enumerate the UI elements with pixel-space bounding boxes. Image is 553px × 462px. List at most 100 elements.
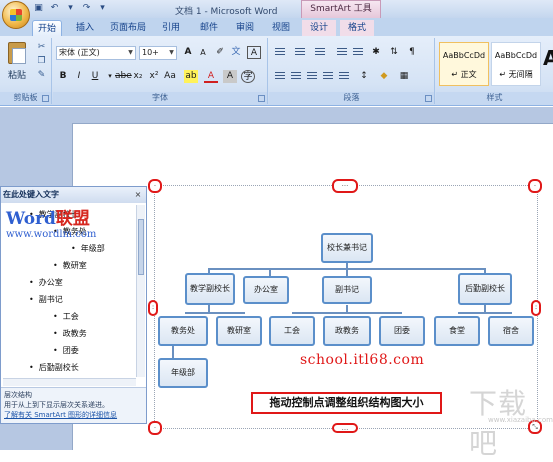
format-painter-icon[interactable]: ✎ bbox=[36, 70, 47, 81]
paper-icon bbox=[12, 48, 26, 64]
subscript-button[interactable]: x₂ bbox=[131, 70, 145, 83]
font-size-combo[interactable]: 10+ ▼ bbox=[139, 46, 177, 60]
justify-button[interactable] bbox=[321, 70, 335, 82]
org-node-level3[interactable]: 团委 bbox=[379, 316, 425, 346]
underline-button[interactable]: U bbox=[88, 70, 102, 83]
cut-icon[interactable]: ✂ bbox=[36, 42, 47, 53]
char-border-button[interactable]: A bbox=[247, 46, 261, 59]
org-node-level3[interactable]: 教研室 bbox=[216, 316, 262, 346]
sort-button[interactable]: ⇅ bbox=[387, 46, 401, 59]
list-item[interactable]: 副书记 bbox=[29, 294, 63, 305]
italic-button[interactable]: I bbox=[72, 70, 86, 83]
align-right-button[interactable] bbox=[305, 70, 319, 82]
text-pane-title: 在此处键入文字 bbox=[1, 187, 146, 203]
undo-icon[interactable]: ↶ bbox=[49, 3, 60, 14]
paragraph-launcher[interactable] bbox=[425, 95, 432, 102]
chinese-layout-button[interactable]: ✱ bbox=[369, 46, 383, 59]
copy-icon[interactable]: ❐ bbox=[36, 56, 47, 67]
line-spacing-button[interactable]: ↕ bbox=[357, 70, 371, 83]
list-item[interactable]: 年级部 bbox=[71, 243, 105, 254]
superscript-button[interactable]: x² bbox=[147, 70, 161, 83]
enclose-char-button[interactable]: 字 bbox=[241, 70, 255, 83]
align-center-button[interactable] bbox=[289, 70, 303, 82]
list-item[interactable]: 后勤副校长 bbox=[29, 362, 79, 373]
decrease-indent-button[interactable] bbox=[335, 46, 349, 58]
resize-handle-top-left[interactable]: · bbox=[148, 179, 162, 193]
org-node-root[interactable]: 校长兼书记 bbox=[321, 233, 373, 263]
quick-access-toolbar: ▣ ↶ ▾ ↷ ▾ bbox=[33, 3, 108, 14]
org-node-level3[interactable]: 教务处 bbox=[158, 316, 208, 346]
font-color-button[interactable]: A bbox=[204, 70, 218, 83]
save-icon[interactable]: ▣ bbox=[33, 3, 44, 14]
tab-home[interactable]: 开始 bbox=[32, 20, 62, 36]
customize-qat-icon[interactable]: ▾ bbox=[97, 3, 108, 14]
list-item[interactable]: 工会 bbox=[53, 311, 79, 322]
clipboard-launcher[interactable] bbox=[42, 95, 49, 102]
multilevel-list-button[interactable] bbox=[313, 46, 327, 58]
paste-button[interactable] bbox=[6, 40, 28, 66]
strikethrough-button[interactable]: abe bbox=[115, 70, 132, 83]
footer-link[interactable]: 了解有关 SmartArt 图形的详细信息 bbox=[4, 410, 143, 420]
distributed-button[interactable] bbox=[337, 70, 351, 82]
increase-indent-button[interactable] bbox=[351, 46, 365, 58]
change-case-button[interactable]: Aa bbox=[163, 70, 177, 83]
char-shading-button[interactable]: A bbox=[223, 70, 237, 83]
list-item[interactable]: 政教务 bbox=[53, 328, 87, 339]
tab-review[interactable]: 审阅 bbox=[230, 20, 260, 36]
style-preview: AaBbCcDd bbox=[442, 51, 486, 60]
shading-button[interactable]: ◆ bbox=[377, 70, 391, 83]
resize-handle-top-right[interactable]: · bbox=[528, 179, 542, 193]
org-node-level2[interactable]: 副书记 bbox=[322, 276, 372, 304]
org-node-level2[interactable]: 办公室 bbox=[243, 276, 289, 304]
list-item[interactable]: 办公室 bbox=[29, 277, 63, 288]
shrink-font-button[interactable]: A bbox=[196, 46, 210, 59]
text-pane-hscrollbar[interactable] bbox=[3, 378, 136, 386]
close-icon[interactable]: × bbox=[133, 190, 143, 200]
clear-format-button[interactable]: ✐ bbox=[213, 46, 227, 59]
tab-page-layout[interactable]: 页面布局 bbox=[106, 20, 150, 36]
style-normal[interactable]: AaBbCcDd ↵ 正文 bbox=[439, 42, 489, 86]
tab-references[interactable]: 引用 bbox=[156, 20, 186, 36]
tab-view[interactable]: 视图 bbox=[266, 20, 296, 36]
brand-logo: Word联盟 bbox=[6, 204, 90, 229]
org-node-level2[interactable]: 教学副校长 bbox=[185, 273, 235, 305]
resize-handle-right[interactable]: : bbox=[531, 300, 541, 316]
show-marks-button[interactable]: ¶ bbox=[405, 46, 419, 59]
office-button[interactable] bbox=[2, 1, 30, 29]
bold-button[interactable]: B bbox=[56, 70, 70, 83]
org-node-level3[interactable]: 工会 bbox=[269, 316, 315, 346]
resize-handle-top[interactable]: ··· bbox=[332, 179, 358, 193]
grow-font-button[interactable]: A bbox=[181, 46, 195, 59]
dropdown-icon[interactable]: ▾ bbox=[65, 3, 76, 14]
resize-handle-bottom-left[interactable]: · bbox=[148, 421, 162, 435]
borders-button[interactable]: ▦ bbox=[397, 70, 411, 83]
scrollbar-thumb[interactable] bbox=[138, 219, 144, 275]
org-node-level3[interactable]: 政教务 bbox=[323, 316, 371, 346]
phonetic-guide-button[interactable]: 文 bbox=[229, 46, 243, 59]
window-title: 文档 1 - Microsoft Word bbox=[175, 7, 278, 17]
tab-mailings[interactable]: 邮件 bbox=[194, 20, 224, 36]
numbering-button[interactable] bbox=[293, 46, 307, 58]
chevron-down-icon: ▼ bbox=[128, 49, 133, 56]
text-pane-scrollbar[interactable] bbox=[136, 205, 145, 377]
org-node-level3[interactable]: 宿舍 bbox=[488, 316, 534, 346]
org-node-level3[interactable]: 食堂 bbox=[434, 316, 480, 346]
style-no-spacing[interactable]: AaBbCcDd ↵ 无间隔 bbox=[491, 42, 541, 86]
tab-smartart-design[interactable]: 设计 bbox=[302, 20, 336, 36]
connector bbox=[458, 312, 512, 314]
redo-icon[interactable]: ↷ bbox=[81, 3, 92, 14]
resize-handle-bottom[interactable]: ··· bbox=[332, 423, 358, 434]
bullets-button[interactable] bbox=[273, 46, 287, 58]
resize-handle-left[interactable]: : bbox=[148, 300, 158, 316]
tab-insert[interactable]: 插入 bbox=[70, 20, 100, 36]
list-item[interactable]: 团委 bbox=[53, 345, 79, 356]
font-launcher[interactable] bbox=[258, 95, 265, 102]
highlight-button[interactable]: ab bbox=[184, 70, 198, 83]
style-heading-preview[interactable]: A bbox=[543, 46, 553, 70]
list-item[interactable]: 教研室 bbox=[53, 260, 87, 271]
org-node-level4[interactable]: 年级部 bbox=[158, 358, 208, 388]
font-name-combo[interactable]: 宋体 (正文) ▼ bbox=[56, 46, 136, 60]
align-left-button[interactable] bbox=[273, 70, 287, 82]
tab-smartart-format[interactable]: 格式 bbox=[340, 20, 374, 36]
org-node-level2[interactable]: 后勤副校长 bbox=[458, 273, 512, 305]
